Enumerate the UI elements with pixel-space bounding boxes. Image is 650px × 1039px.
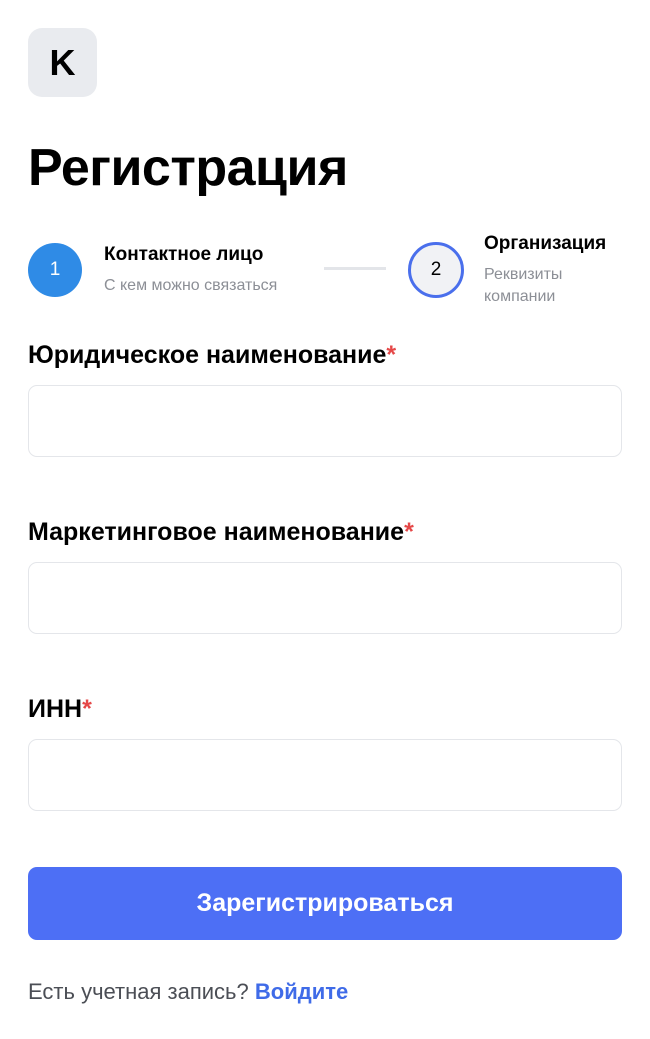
inn-label: ИНН* <box>28 695 92 724</box>
marketing-name-input[interactable] <box>28 562 622 634</box>
step-2-indicator[interactable]: 2 <box>408 242 464 298</box>
inn-input[interactable] <box>28 739 622 811</box>
marketing-name-label-text: Маркетинговое наименование <box>28 518 405 546</box>
required-mark: * <box>386 341 397 369</box>
registration-page: K Регистрация 1 Контактное лицо С кем мо… <box>0 0 650 1039</box>
required-mark: * <box>82 695 92 723</box>
legal-name-label: Юридическое наименование* <box>28 341 396 370</box>
register-button[interactable]: Зарегистрироваться <box>28 867 622 940</box>
page-title: Регистрация <box>28 139 348 197</box>
step-1-number: 1 <box>49 259 61 280</box>
marketing-name-label: Маркетинговое наименование* <box>28 518 414 547</box>
step-1-indicator[interactable]: 1 <box>28 243 82 297</box>
step-1-subtitle: С кем можно связаться <box>104 277 278 294</box>
inn-label-text: ИНН <box>28 695 83 723</box>
step-2-title: Организация <box>484 233 607 254</box>
step-connector <box>324 267 386 270</box>
step-1-title: Контактное лицо <box>104 244 264 265</box>
step-2-subtitle: Реквизиты компании <box>484 266 563 305</box>
legal-name-label-text: Юридическое наименование <box>28 341 387 369</box>
legal-name-input[interactable] <box>28 385 622 457</box>
login-prompt: Есть учетная запись? Войдите <box>28 979 348 1005</box>
login-question: Есть учетная запись? <box>28 979 249 1004</box>
logo-letter: K <box>49 41 76 83</box>
step-2-number: 2 <box>430 259 442 280</box>
logo: K <box>28 28 97 97</box>
login-link[interactable]: Войдите <box>255 979 348 1004</box>
required-mark: * <box>404 518 414 546</box>
